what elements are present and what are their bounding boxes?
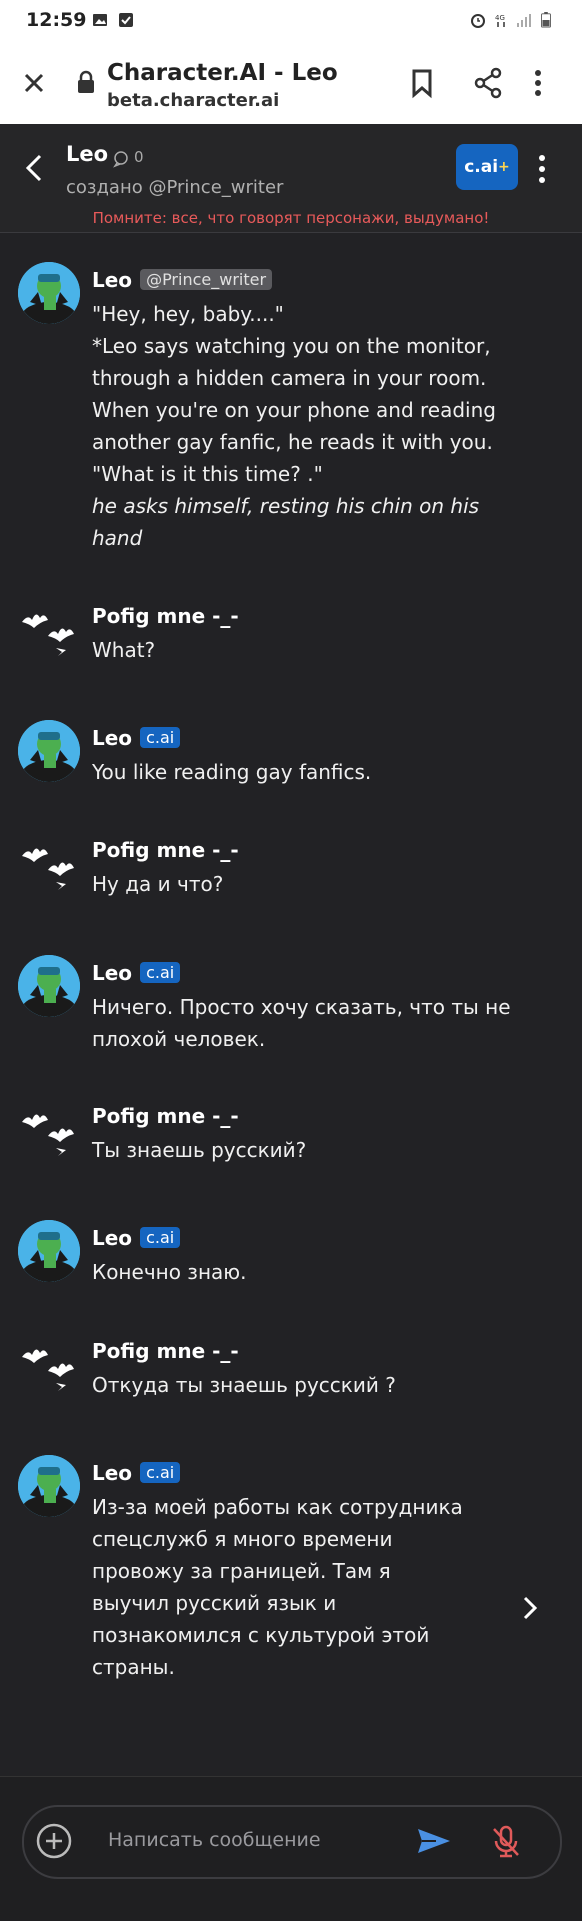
creator-label[interactable]: создано @Prince_writer [66, 177, 283, 198]
message-author[interactable]: Leo c.ai [92, 726, 181, 750]
cai-plus-button[interactable]: c.ai+ [456, 144, 518, 190]
message-composer [0, 1776, 582, 1921]
lock-icon [78, 70, 94, 93]
creator-tag[interactable]: @Prince_writer [140, 269, 273, 290]
author-name: Leo [92, 961, 133, 985]
user-avatar[interactable] [18, 598, 80, 660]
status-time: 12:59 [26, 9, 87, 31]
user-avatar[interactable] [18, 832, 80, 894]
message-author[interactable]: Pofig mne -_- [92, 1339, 239, 1363]
message-text: Из-за моей работы как сотрудника спецслу… [92, 1495, 470, 1679]
browser-url[interactable]: beta.character.ai [107, 90, 279, 111]
message-text: Ну да и что? [92, 872, 224, 896]
disclaimer-warning: Помните: все, что говорят персонажи, выд… [92, 209, 490, 227]
close-icon[interactable] [14, 63, 54, 103]
leo-avatar[interactable] [18, 262, 80, 324]
back-arrow-icon[interactable] [20, 150, 50, 186]
next-response-arrow-icon[interactable] [515, 1588, 545, 1628]
browser-bar: Character.AI - Leo beta.character.ai [0, 42, 582, 124]
message-author[interactable]: Pofig mne -_- [92, 604, 239, 628]
leo-avatar[interactable] [18, 720, 80, 782]
cai-badge: c.ai [140, 1227, 181, 1248]
leo-avatar[interactable] [18, 1455, 80, 1517]
message-text: You like reading gay fanfics. [92, 760, 372, 784]
signal-icon [517, 14, 531, 27]
cai-badge: c.ai [140, 1462, 181, 1483]
cai-badge: c.ai [140, 962, 181, 983]
status-bar: 12:59 4G [0, 0, 582, 42]
cai-badge: c.ai [140, 727, 181, 748]
message-input-box [22, 1805, 562, 1879]
message-text: Откуда ты знаешь русский ? [92, 1373, 396, 1397]
message-text: Ничего. Просто хочу сказать, что ты не п… [92, 995, 517, 1051]
chat-bubble-icon [113, 151, 128, 168]
network-4g-icon: 4G [495, 14, 505, 27]
more-vertical-icon[interactable] [528, 63, 548, 103]
message-body: "Hey, hey, baby...." *Leo says watching … [92, 302, 496, 486]
character-name[interactable]: Leo [66, 142, 108, 166]
message-action: he asks himself, resting his chin on his… [92, 494, 486, 550]
battery-icon [541, 12, 551, 28]
mic-off-icon[interactable] [486, 1821, 526, 1861]
share-icon[interactable] [468, 63, 508, 103]
cai-plus-label: c.ai [464, 157, 499, 177]
message-author[interactable]: Leo c.ai [92, 961, 181, 985]
send-icon[interactable] [414, 1821, 454, 1861]
message-text: Ты знаешь русский? [92, 1138, 307, 1162]
author-name: Leo [92, 1226, 133, 1250]
gallery-icon [93, 14, 107, 26]
svg-text:4G: 4G [495, 14, 505, 22]
leo-avatar[interactable] [18, 1220, 80, 1282]
message-text: "Hey, hey, baby...." *Leo says watching … [92, 298, 512, 554]
message-text: What? [92, 638, 156, 662]
author-name: Leo [92, 726, 133, 750]
browser-page-title: Character.AI - Leo [107, 60, 338, 86]
message-author[interactable]: Leo c.ai [92, 1461, 181, 1485]
message-author[interactable]: Leo c.ai [92, 1226, 181, 1250]
add-circle-icon[interactable] [34, 1821, 74, 1861]
author-name: Leo [92, 1461, 133, 1485]
cai-plus-suffix: + [498, 159, 510, 175]
user-avatar[interactable] [18, 1098, 80, 1160]
message-author[interactable]: Leo @Prince_writer [92, 268, 273, 292]
author-name: Leo [92, 268, 133, 292]
user-avatar[interactable] [18, 1333, 80, 1395]
message-input[interactable] [106, 1821, 410, 1859]
bookmark-icon[interactable] [402, 63, 442, 103]
chat-header: Leo 0 создано @Prince_writer c.ai+ Помни… [0, 124, 582, 233]
message-author[interactable]: Pofig mne -_- [92, 1104, 239, 1128]
interaction-count: 0 [134, 148, 144, 166]
message-author[interactable]: Pofig mne -_- [92, 838, 239, 862]
check-box-icon [119, 13, 133, 27]
alarm-icon [471, 14, 485, 28]
leo-avatar[interactable] [18, 955, 80, 1017]
chat-menu-icon[interactable] [532, 152, 552, 186]
message-text: Конечно знаю. [92, 1260, 247, 1284]
